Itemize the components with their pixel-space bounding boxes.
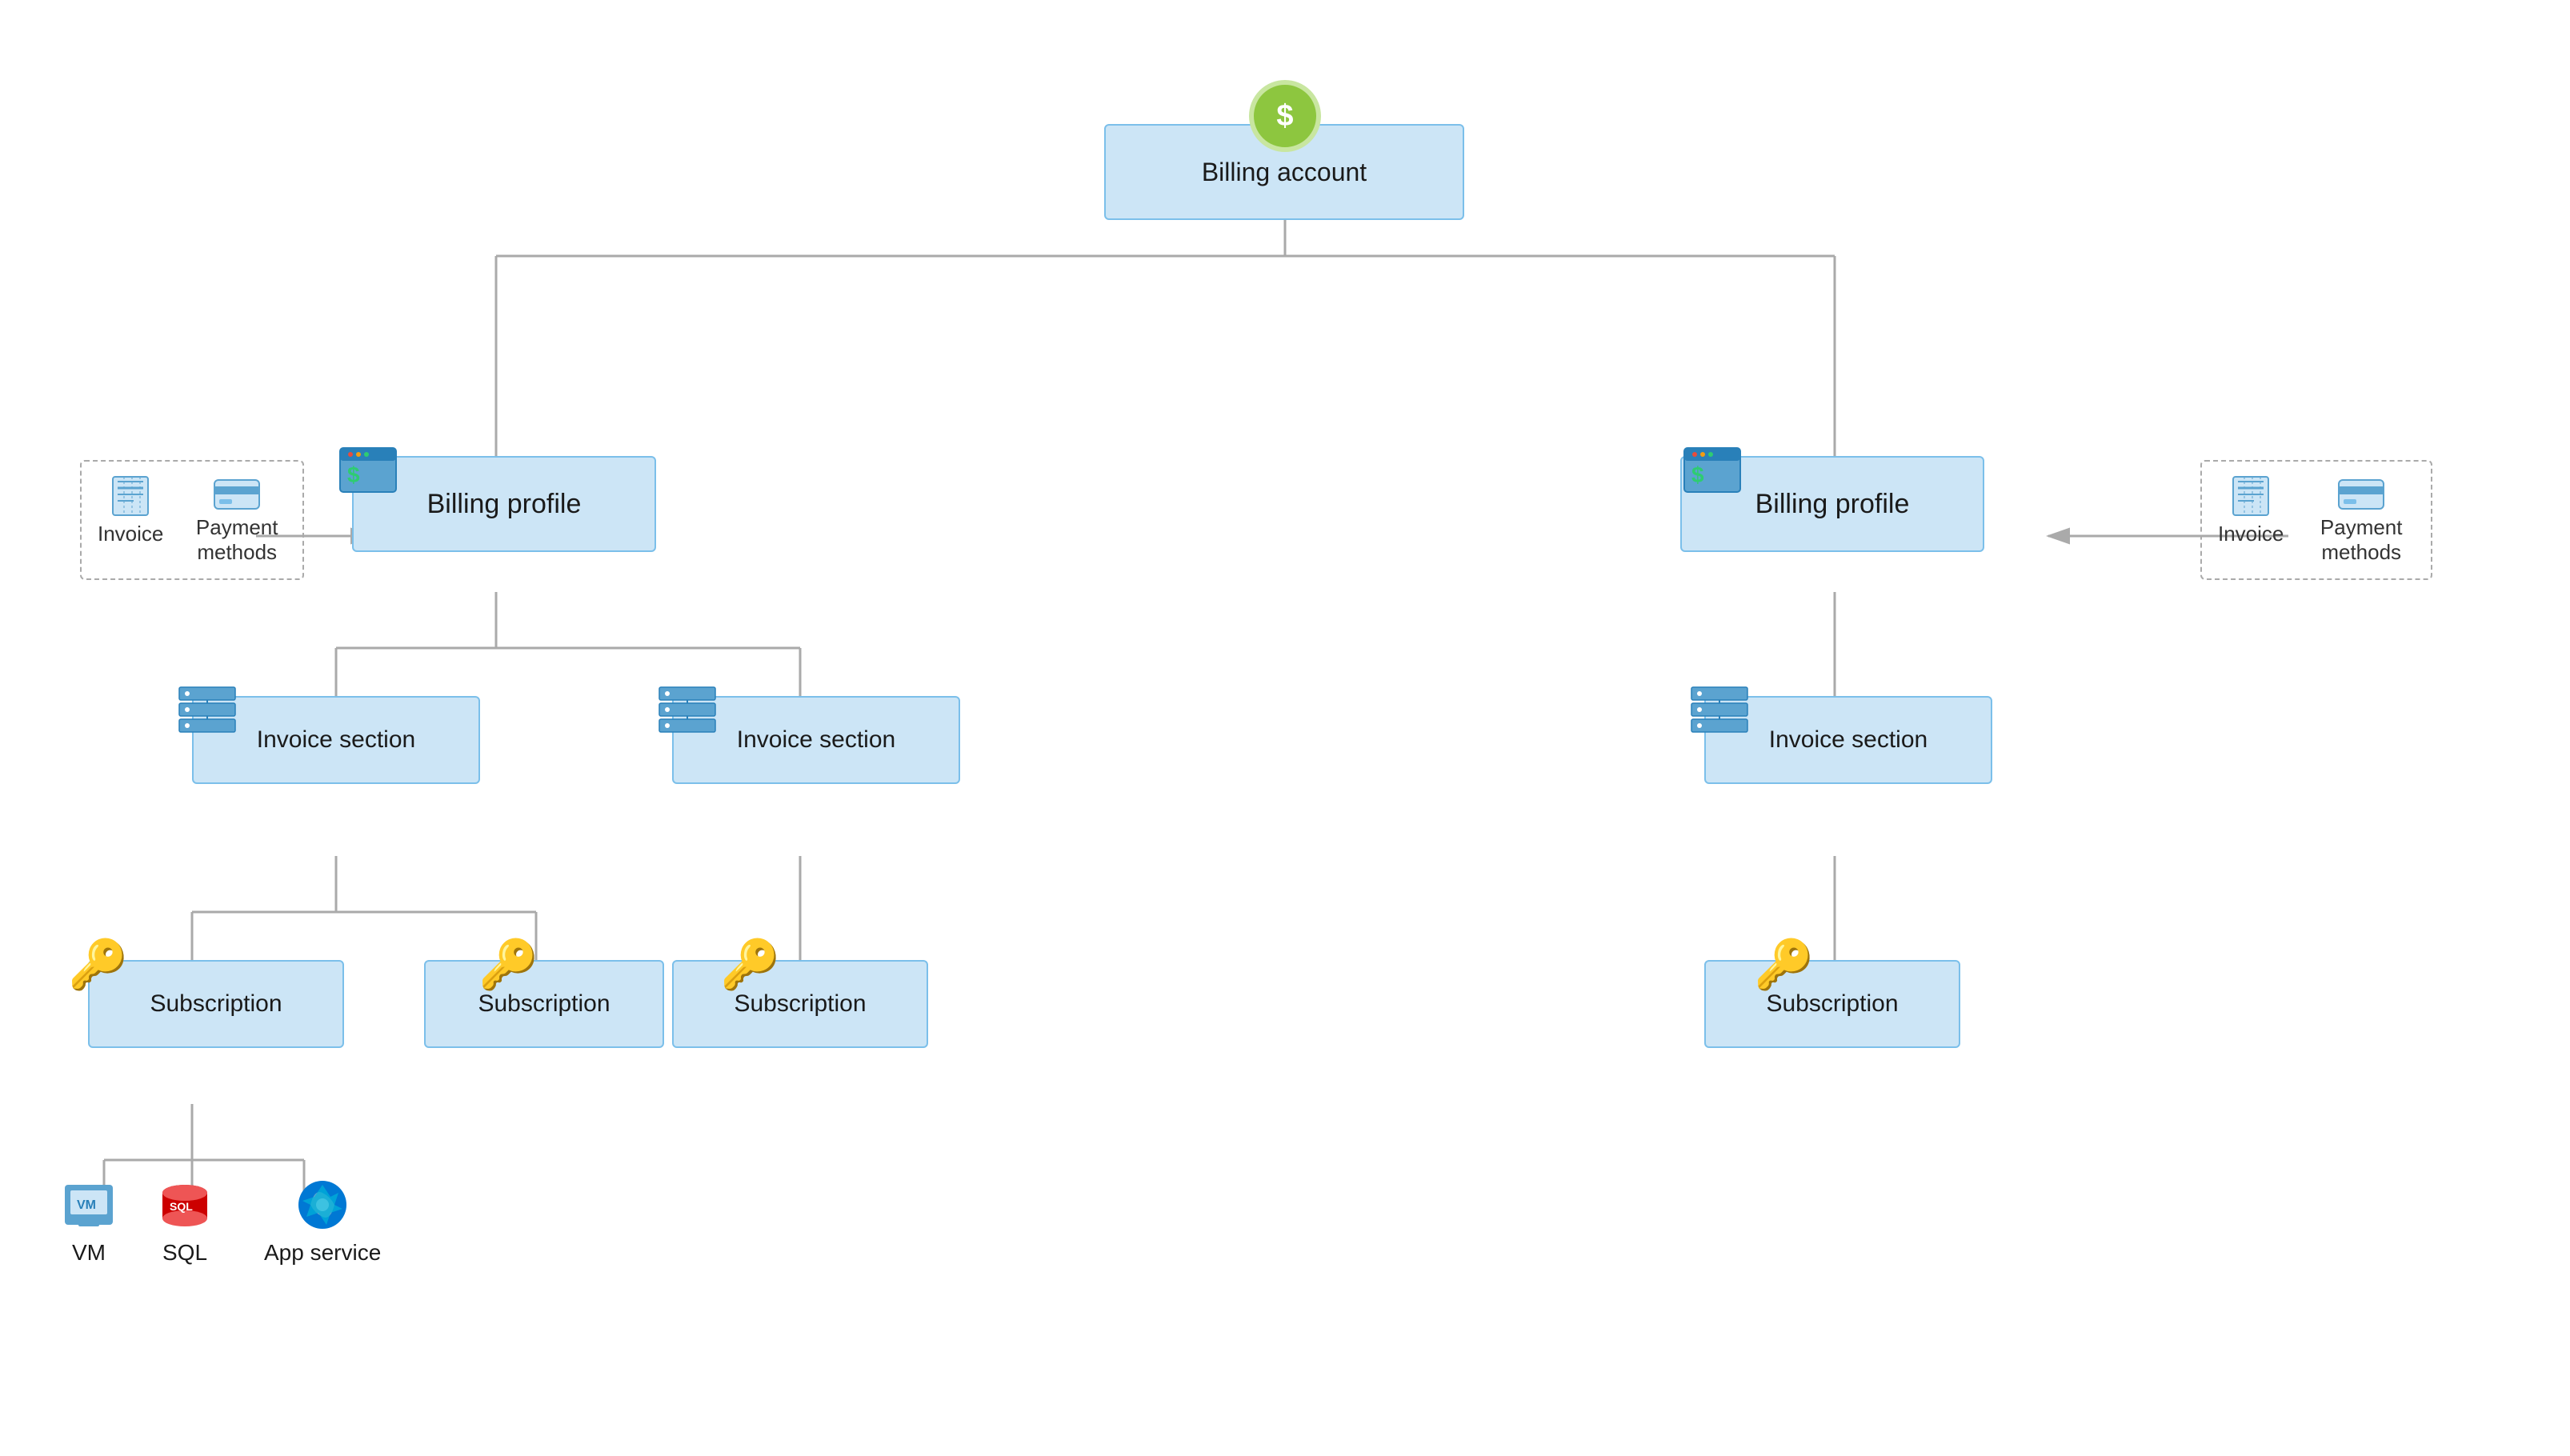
key-icon-4: 🔑 xyxy=(1754,936,1814,993)
invoice-section-1-icon xyxy=(176,684,238,744)
svg-text:VM: VM xyxy=(77,1198,96,1212)
dashed-box-right: Invoice Payment methods xyxy=(2200,460,2432,580)
subscription-4-node: Subscription xyxy=(1704,960,1960,1048)
svg-text:SQL: SQL xyxy=(170,1200,193,1213)
payment-item-right: Payment methods xyxy=(2308,475,2415,565)
billing-profile-right-icon: $ xyxy=(1680,444,1744,504)
svg-text:$: $ xyxy=(1691,462,1704,487)
dashed-box-left: Invoice Payment methods xyxy=(80,460,304,580)
payment-item-left: Payment methods xyxy=(187,475,286,565)
invoice-item-left: Invoice xyxy=(98,475,163,546)
invoice-section-3-icon xyxy=(1688,684,1751,744)
key-icon-3: 🔑 xyxy=(720,936,780,993)
vm-resource: VM VM xyxy=(60,1176,118,1266)
key-icon-1: 🔑 xyxy=(68,936,128,993)
key-icon-2: 🔑 xyxy=(478,936,538,993)
app-service-resource: App service xyxy=(264,1176,381,1266)
invoice-section-2-icon xyxy=(656,684,719,744)
billing-diagram: $ Billing account $ Billing profile $ xyxy=(0,0,2570,1456)
billing-profile-left-icon: $ xyxy=(336,444,400,504)
svg-text:$: $ xyxy=(347,462,360,487)
sql-resource: SQL SQL xyxy=(156,1176,214,1266)
subscription-2-node: Subscription xyxy=(424,960,664,1048)
invoice-item-right: Invoice xyxy=(2218,475,2284,546)
subscription-3-node: Subscription xyxy=(672,960,928,1048)
billing-account-icon: $ xyxy=(1249,80,1321,152)
